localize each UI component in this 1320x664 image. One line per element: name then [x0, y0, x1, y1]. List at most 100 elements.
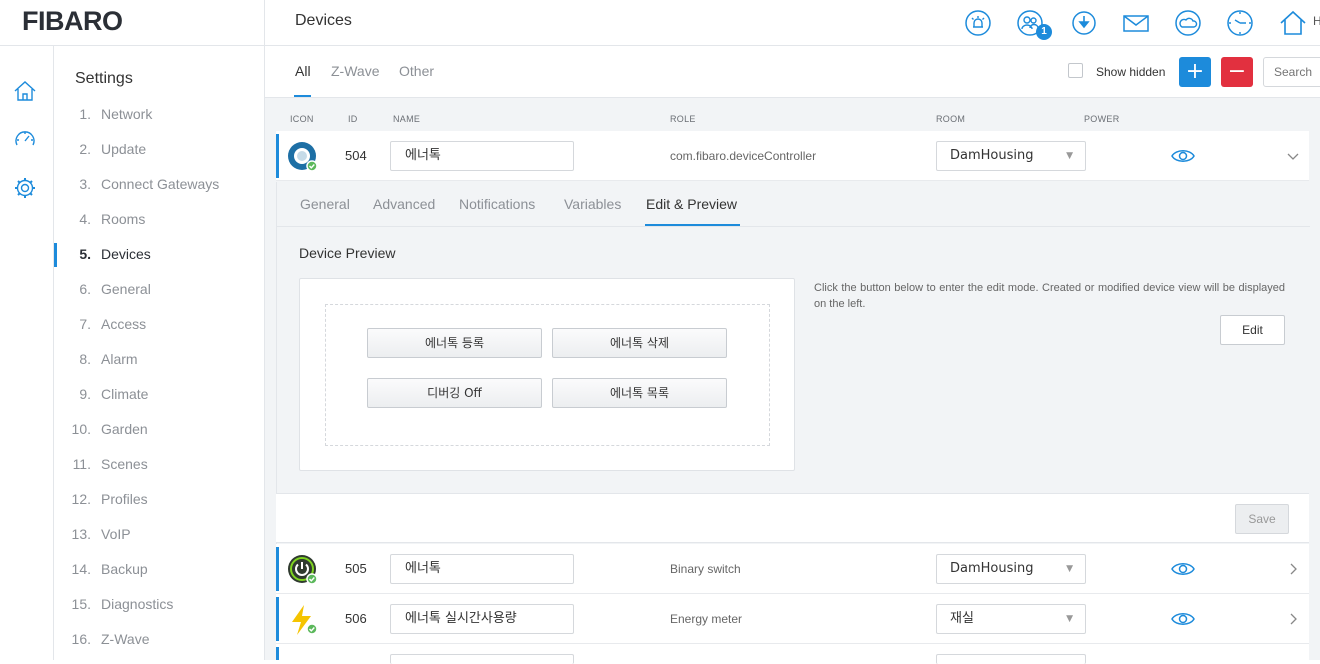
visibility-eye-icon[interactable]	[1171, 559, 1195, 579]
sidebar-item-diagnostics[interactable]: 15. Diagnostics	[54, 593, 264, 617]
sidebar-item-label: Rooms	[101, 211, 146, 227]
sidebar-item-label: Backup	[101, 561, 148, 577]
sidebar-item-number: 13.	[71, 526, 91, 542]
sidebar-item-network[interactable]: 1. Network	[54, 103, 264, 127]
preview-button-delete[interactable]: 에너톡 삭제	[552, 328, 727, 358]
table-row[interactable]: 505 에너톡 Binary switch DamHousing ▼	[276, 544, 1309, 594]
show-hidden-label[interactable]: Show hidden	[1096, 65, 1165, 79]
top-bar: FIBARO Devices 1 H	[0, 0, 1320, 46]
search-input[interactable]	[1263, 57, 1320, 87]
room-select[interactable]: 재실 ▼	[936, 604, 1086, 634]
preview-button-debug-off[interactable]: 디버깅 Off	[367, 378, 542, 408]
sidebar-item-number: 4.	[79, 211, 91, 227]
sidebar-item-connect-gateways[interactable]: 3. Connect Gateways	[54, 173, 264, 197]
sidebar-item-number: 2.	[79, 141, 91, 157]
chevron-right-icon[interactable]	[1285, 610, 1301, 628]
sidebar-item-rooms[interactable]: 4. Rooms	[54, 208, 264, 232]
preview-canvas: 에너톡 등록 에너톡 삭제 디버깅 Off 에너톡 목록	[325, 304, 770, 446]
row-accent	[276, 547, 279, 591]
chevron-down-icon: ▼	[1066, 564, 1073, 574]
row-accent	[276, 597, 279, 641]
room-select[interactable]	[936, 654, 1086, 664]
sidebar-item-number: 3.	[79, 176, 91, 192]
tab-z-wave[interactable]: Z-Wave	[331, 63, 379, 79]
show-hidden-checkbox[interactable]	[1068, 63, 1083, 78]
table-row[interactable]: 504 에너톡 com.fibaro.deviceController DamH…	[276, 131, 1309, 181]
col-header-room: ROOM	[936, 114, 966, 124]
sidebar-item-scenes[interactable]: 11. Scenes	[54, 453, 264, 477]
visibility-eye-icon[interactable]	[1171, 609, 1195, 629]
table-row[interactable]	[276, 644, 1309, 664]
edit-mode-info-text: Click the button below to enter the edit…	[814, 282, 1285, 310]
device-id: 504	[345, 148, 367, 163]
sidebar-item-devices[interactable]: 5. Devices	[54, 243, 264, 267]
weather-icon[interactable]	[1173, 8, 1203, 38]
device-role: Energy meter	[670, 612, 743, 626]
sidebar-item-climate[interactable]: 9. Climate	[54, 383, 264, 407]
tab-general[interactable]: General	[300, 196, 350, 212]
device-name-field[interactable]	[390, 654, 574, 664]
dashboard-icon[interactable]	[12, 127, 38, 153]
sidebar-item-number: 1.	[79, 106, 91, 122]
sidebar-item-z-wave[interactable]: 16. Z-Wave	[54, 628, 264, 652]
room-value: DamHousing	[950, 561, 1034, 576]
chevron-right-icon[interactable]	[1285, 560, 1301, 578]
home-label[interactable]: H	[1313, 14, 1320, 28]
sidebar-item-profiles[interactable]: 12. Profiles	[54, 488, 264, 512]
room-select[interactable]: DamHousing ▼	[936, 554, 1086, 584]
alarm-icon[interactable]	[963, 8, 993, 38]
plus-icon: +	[1185, 59, 1205, 84]
mail-icon[interactable]	[1121, 8, 1151, 38]
table-row[interactable]: 506 에너톡 실시간사용량 Energy meter 재실 ▼	[276, 594, 1309, 644]
row-accent	[276, 134, 279, 178]
preview-button-register[interactable]: 에너톡 등록	[367, 328, 542, 358]
home-icon[interactable]	[1278, 8, 1308, 38]
device-name-field[interactable]: 에너톡	[390, 554, 574, 584]
sidebar-item-access[interactable]: 7. Access	[54, 313, 264, 337]
sidebar-item-alarm[interactable]: 8. Alarm	[54, 348, 264, 372]
device-detail-panel: General Advanced Notifications Variables…	[276, 182, 1310, 544]
save-bar: Save	[276, 493, 1309, 543]
sidebar-item-number: 9.	[79, 386, 91, 402]
sidebar-item-number: 7.	[79, 316, 91, 332]
tab-other[interactable]: Other	[399, 63, 434, 79]
clock-icon[interactable]	[1225, 8, 1255, 38]
visibility-eye-icon[interactable]	[1171, 146, 1195, 166]
edit-button[interactable]: Edit	[1220, 315, 1285, 345]
sidebar-item-label: Z-Wave	[101, 631, 150, 647]
sidebar-item-voip[interactable]: 13. VoIP	[54, 523, 264, 547]
preview-button-list[interactable]: 에너톡 목록	[552, 378, 727, 408]
tab-advanced[interactable]: Advanced	[373, 196, 435, 212]
device-name-field[interactable]: 에너톡 실시간사용량	[390, 604, 574, 634]
sidebar-item-label: Profiles	[101, 491, 148, 507]
col-header-icon: ICON	[290, 114, 314, 124]
add-device-button[interactable]: +	[1179, 57, 1211, 87]
device-name-field[interactable]: 에너톡	[390, 141, 574, 171]
tab-notifications[interactable]: Notifications	[459, 196, 535, 212]
sidebar-item-update[interactable]: 2. Update	[54, 138, 264, 162]
divider	[277, 226, 1310, 227]
active-item-indicator	[54, 243, 57, 267]
sidebar-item-number: 10.	[71, 421, 91, 437]
fibaro-logo[interactable]: FIBARO	[22, 6, 123, 37]
chevron-down-icon[interactable]	[1285, 147, 1301, 165]
sidebar-item-garden[interactable]: 10. Garden	[54, 418, 264, 442]
download-icon[interactable]	[1069, 8, 1099, 38]
home-icon[interactable]	[12, 78, 38, 104]
tab-variables[interactable]: Variables	[564, 196, 621, 212]
sidebar-item-label: Alarm	[101, 351, 138, 367]
tab-edit-preview[interactable]: Edit & Preview	[646, 196, 737, 212]
remove-device-button[interactable]: −	[1221, 57, 1253, 87]
sidebar-item-number: 15.	[71, 596, 91, 612]
room-select[interactable]: DamHousing ▼	[936, 141, 1086, 171]
sidebar-item-number: 16.	[71, 631, 91, 647]
room-value: DamHousing	[950, 148, 1034, 163]
sidebar-item-general[interactable]: 6. General	[54, 278, 264, 302]
col-header-id: ID	[348, 114, 358, 124]
sidebar-item-backup[interactable]: 14. Backup	[54, 558, 264, 582]
sidebar-item-label: Network	[101, 106, 153, 122]
device-role: com.fibaro.deviceController	[670, 149, 817, 163]
save-button[interactable]: Save	[1235, 504, 1289, 534]
gear-icon[interactable]	[12, 175, 38, 201]
tab-all[interactable]: All	[295, 63, 311, 79]
